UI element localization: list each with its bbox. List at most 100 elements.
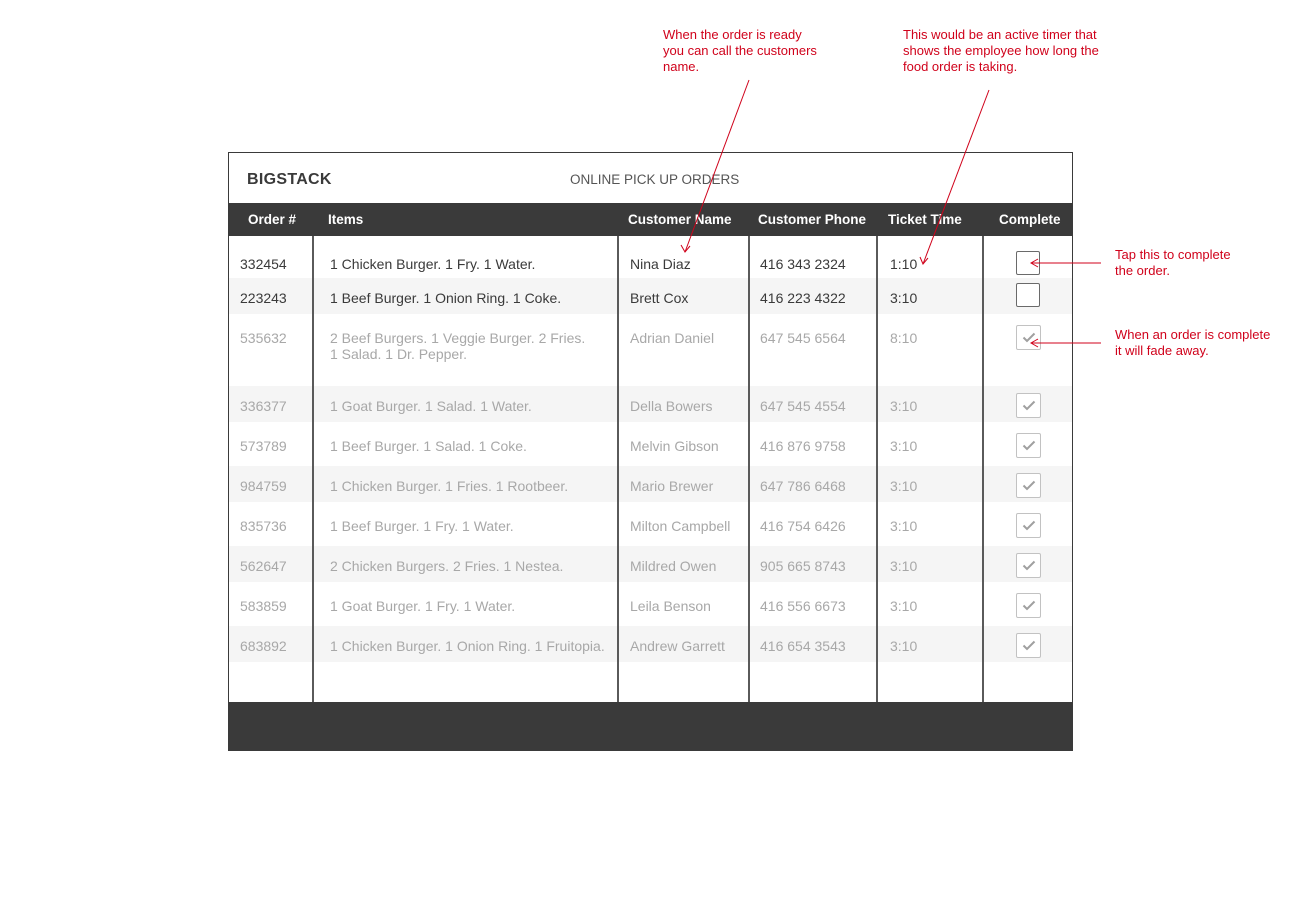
complete-checkbox-checked[interactable] [1016, 393, 1041, 418]
check-icon [1022, 520, 1036, 531]
complete-checkbox-checked[interactable] [1016, 633, 1041, 658]
table-row: 535632 2 Beef Burgers. 1 Veggie Burger. 2… [229, 318, 1072, 380]
ticket-time: 3:10 [890, 478, 918, 494]
page-title: ONLINE PICK UP ORDERS [570, 172, 740, 187]
order-number: 336377 [240, 398, 287, 414]
order-items: 1 Chicken Burger. 1 Onion Ring. 1 Fruito… [330, 638, 605, 654]
column-header-items: Items [328, 212, 364, 227]
column-header-time: Ticket Time [888, 212, 962, 227]
annotation-timer: This would be an active timer that shows… [903, 27, 1099, 74]
order-number: 583859 [240, 598, 287, 614]
complete-checkbox-checked[interactable] [1016, 553, 1041, 578]
customer-phone: 647 786 6468 [760, 478, 846, 494]
customer-phone: 416 556 6673 [760, 598, 846, 614]
column-divider [748, 236, 750, 702]
column-divider [876, 236, 878, 702]
ticket-time: 3:10 [890, 290, 918, 306]
annotation-ready: When the order is ready you can call the… [663, 27, 817, 74]
order-number: 683892 [240, 638, 287, 654]
customer-phone: 647 545 6564 [760, 330, 846, 346]
annotation-fade: When an order is complete it will fade a… [1115, 327, 1271, 358]
customer-name: Milton Campbell [630, 518, 731, 534]
check-icon [1022, 600, 1036, 611]
customer-name: Brett Cox [630, 290, 689, 306]
orders-table: 332454 1 Chicken Burger. 1 Fry. 1 Water. N… [229, 236, 1072, 702]
complete-checkbox-checked[interactable] [1016, 325, 1041, 350]
order-number: 573789 [240, 438, 287, 454]
orders-screen: BIGSTACK ONLINE PICK UP ORDERS Order # I… [228, 152, 1073, 751]
column-header-name: Customer Name [628, 212, 732, 227]
check-icon [1022, 440, 1036, 451]
ticket-time: 8:10 [890, 330, 918, 346]
column-header-order: Order # [248, 212, 297, 227]
ticket-time: 3:10 [890, 438, 918, 454]
customer-phone: 905 665 8743 [760, 558, 846, 574]
customer-name: Mildred Owen [630, 558, 717, 574]
customer-name: Nina Diaz [630, 256, 691, 272]
order-items: 1 Beef Burger. 1 Fry. 1 Water. [330, 518, 514, 534]
table-row: 336377 1 Goat Burger. 1 Salad. 1 Water. De… [229, 386, 1072, 422]
check-icon [1022, 640, 1036, 651]
complete-checkbox[interactable] [1016, 283, 1040, 307]
ticket-time: 1:10 [890, 256, 918, 272]
column-divider [312, 236, 314, 702]
table-row: 583859 1 Goat Burger. 1 Fry. 1 Water. Leil… [229, 586, 1072, 622]
ticket-time: 3:10 [890, 398, 918, 414]
order-number: 223243 [240, 290, 287, 306]
column-header-phone: Customer Phone [758, 212, 867, 227]
table-row: 223243 1 Beef Burger. 1 Onion Ring. 1 Cok… [229, 278, 1072, 314]
footer-bar [229, 702, 1072, 750]
check-icon [1022, 332, 1036, 343]
annotation-tap: Tap this to complete the order. [1115, 247, 1231, 278]
table-row: 683892 1 Chicken Burger. 1 Onion Ring. 1 … [229, 626, 1072, 662]
order-number: 535632 [240, 330, 287, 346]
customer-name: Adrian Daniel [630, 330, 715, 346]
table-row: 984759 1 Chicken Burger. 1 Fries. 1 Rootb… [229, 466, 1072, 502]
customer-phone: 416 343 2324 [760, 256, 846, 272]
ticket-time: 3:10 [890, 638, 918, 654]
table-row: 332454 1 Chicken Burger. 1 Fry. 1 Water. N… [229, 236, 1072, 278]
order-number: 332454 [240, 256, 287, 272]
customer-phone: 416 223 4322 [760, 290, 846, 306]
brand-logo: BIGSTACK [247, 171, 332, 188]
table-header: Order # Items Customer Name Customer Pho… [229, 203, 1072, 236]
column-divider [617, 236, 619, 702]
ticket-time: 3:10 [890, 558, 918, 574]
customer-phone: 647 545 4554 [760, 398, 846, 414]
complete-checkbox-checked[interactable] [1016, 473, 1041, 498]
customer-phone: 416 654 3543 [760, 638, 846, 654]
order-items: 2 Beef Burgers. 1 Veggie Burger. 2 Fries… [330, 330, 586, 362]
order-number: 984759 [240, 478, 287, 494]
complete-checkbox-checked[interactable] [1016, 593, 1041, 618]
customer-phone: 416 754 6426 [760, 518, 846, 534]
check-icon [1022, 400, 1036, 411]
order-number: 835736 [240, 518, 287, 534]
table-row: 562647 2 Chicken Burgers. 2 Fries. 1 Nest… [229, 546, 1072, 582]
complete-checkbox-checked[interactable] [1016, 513, 1041, 538]
customer-name: Melvin Gibson [630, 438, 719, 454]
column-divider [982, 236, 984, 702]
customer-name: Andrew Garrett [630, 638, 725, 654]
complete-checkbox[interactable] [1016, 251, 1040, 275]
order-items: 1 Chicken Burger. 1 Fry. 1 Water. [330, 256, 536, 272]
check-icon [1022, 560, 1036, 571]
order-items: 1 Beef Burger. 1 Salad. 1 Coke. [330, 438, 527, 454]
customer-name: Leila Benson [630, 598, 711, 614]
customer-phone: 416 876 9758 [760, 438, 846, 454]
check-icon [1022, 480, 1036, 491]
order-items: 1 Goat Burger. 1 Fry. 1 Water. [330, 598, 516, 614]
order-items: 2 Chicken Burgers. 2 Fries. 1 Nestea. [330, 558, 564, 574]
order-items: 1 Beef Burger. 1 Onion Ring. 1 Coke. [330, 290, 562, 306]
ticket-time: 3:10 [890, 598, 918, 614]
order-number: 562647 [240, 558, 287, 574]
table-row: 573789 1 Beef Burger. 1 Salad. 1 Coke. Mel… [229, 426, 1072, 462]
customer-name: Mario Brewer [630, 478, 714, 494]
ticket-time: 3:10 [890, 518, 918, 534]
complete-checkbox-checked[interactable] [1016, 433, 1041, 458]
top-bar: BIGSTACK ONLINE PICK UP ORDERS [229, 153, 1072, 203]
order-items: 1 Goat Burger. 1 Salad. 1 Water. [330, 398, 532, 414]
order-items: 1 Chicken Burger. 1 Fries. 1 Rootbeer. [330, 478, 569, 494]
table-row: 835736 1 Beef Burger. 1 Fry. 1 Water. Milt… [229, 506, 1072, 542]
customer-name: Della Bowers [630, 398, 713, 414]
column-header-complete: Complete [999, 212, 1061, 227]
